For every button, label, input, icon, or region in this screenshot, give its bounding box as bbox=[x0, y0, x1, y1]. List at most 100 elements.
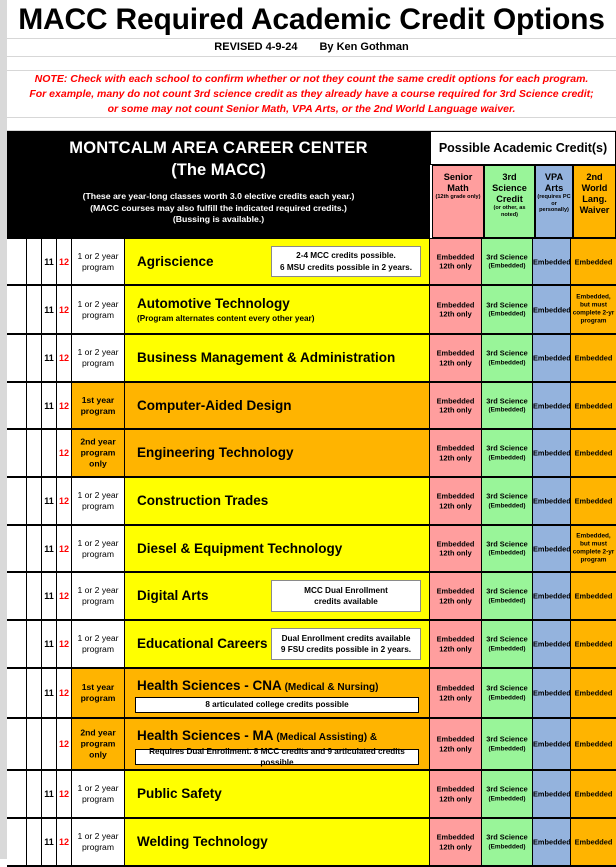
grade-12-cell[interactable]: 12 bbox=[57, 669, 72, 717]
grade-12-cell[interactable]: 12 bbox=[57, 573, 72, 619]
program-duration-cell[interactable]: 1 or 2 year program bbox=[72, 526, 125, 571]
credit-cell-senior_math[interactable]: Embedded 12th only bbox=[430, 478, 482, 524]
credit-cell-world_lang[interactable]: Embedded, but must complete 2-yr program bbox=[571, 286, 616, 333]
empty-cell-2[interactable] bbox=[27, 478, 42, 524]
table-row[interactable]: 11 12 1st year program Health Sciences - CN… bbox=[7, 669, 616, 719]
grade-12-cell[interactable]: 12 bbox=[57, 819, 72, 865]
grade-11-cell[interactable]: 11 bbox=[42, 819, 57, 865]
empty-cell-2[interactable] bbox=[27, 335, 42, 381]
credit-cell-third_science[interactable]: 3rd Science (Embedded) bbox=[482, 669, 533, 717]
credit-cell-senior_math[interactable]: Embedded 12th only bbox=[430, 819, 482, 865]
grade-12-cell[interactable]: 12 bbox=[57, 621, 72, 667]
program-duration-cell[interactable]: 1 or 2 year program bbox=[72, 286, 125, 333]
grade-12-cell[interactable]: 12 bbox=[57, 771, 72, 817]
empty-cell-2[interactable] bbox=[27, 239, 42, 284]
empty-cell-2[interactable] bbox=[27, 383, 42, 428]
credit-cell-senior_math[interactable]: Embedded 12th only bbox=[430, 335, 482, 381]
credit-cell-world_lang[interactable]: Embedded, but must complete 2-yr program bbox=[571, 526, 616, 571]
grade-12-cell[interactable]: 12 bbox=[57, 430, 72, 476]
grade-11-cell[interactable]: 11 bbox=[42, 621, 57, 667]
program-duration-cell[interactable]: 1 or 2 year program bbox=[72, 819, 125, 865]
credit-cell-vpa_arts[interactable]: Embedded bbox=[533, 239, 571, 284]
credit-cell-world_lang[interactable]: Embedded bbox=[571, 771, 616, 817]
grade-12-cell[interactable]: 12 bbox=[57, 239, 72, 284]
credit-cell-third_science[interactable]: 3rd Science (Embedded) bbox=[482, 771, 533, 817]
table-row[interactable]: 11 12 1 or 2 year program Diesel & Equipmen… bbox=[7, 526, 616, 573]
grade-11-cell[interactable]: 11 bbox=[42, 383, 57, 428]
credit-cell-third_science[interactable]: 3rd Science (Embedded) bbox=[482, 239, 533, 284]
credit-cell-senior_math[interactable]: Embedded 12th only bbox=[430, 771, 482, 817]
credit-cell-senior_math[interactable]: Embedded 12th only bbox=[430, 669, 482, 717]
credit-cell-third_science[interactable]: 3rd Science (Embedded) bbox=[482, 335, 533, 381]
grade-12-cell[interactable]: 12 bbox=[57, 478, 72, 524]
credit-cell-world_lang[interactable]: Embedded bbox=[571, 669, 616, 717]
program-duration-cell[interactable]: 1 or 2 year program bbox=[72, 478, 125, 524]
program-name-cell[interactable]: Agriscience 2-4 MCC credits possible. 6 MS… bbox=[125, 239, 430, 284]
credit-cell-world_lang[interactable]: Embedded bbox=[571, 719, 616, 769]
empty-cell-2[interactable] bbox=[27, 819, 42, 865]
credit-cell-world_lang[interactable]: Embedded bbox=[571, 819, 616, 865]
credit-cell-world_lang[interactable]: Embedded bbox=[571, 383, 616, 428]
empty-cell-1[interactable] bbox=[7, 286, 27, 333]
empty-cell-1[interactable] bbox=[7, 335, 27, 381]
credit-cell-third_science[interactable]: 3rd Science (Embedded) bbox=[482, 286, 533, 333]
program-duration-cell[interactable]: 1st year program bbox=[72, 383, 125, 428]
credit-cell-world_lang[interactable]: Embedded bbox=[571, 478, 616, 524]
credit-cell-third_science[interactable]: 3rd Science (Embedded) bbox=[482, 573, 533, 619]
credit-cell-vpa_arts[interactable]: Embedded bbox=[533, 383, 571, 428]
program-duration-cell[interactable]: 2nd year program only bbox=[72, 430, 125, 476]
program-name-cell[interactable]: Computer-Aided Design bbox=[125, 383, 430, 428]
program-duration-cell[interactable]: 1st year program bbox=[72, 669, 125, 717]
credit-cell-world_lang[interactable]: Embedded bbox=[571, 621, 616, 667]
program-name-cell[interactable]: Construction Trades bbox=[125, 478, 430, 524]
program-name-cell[interactable]: Welding Technology bbox=[125, 819, 430, 865]
credit-cell-senior_math[interactable]: Embedded 12th only bbox=[430, 573, 482, 619]
empty-cell-1[interactable] bbox=[7, 430, 27, 476]
grade-11-cell[interactable]: 11 bbox=[42, 573, 57, 619]
credit-cell-vpa_arts[interactable]: Embedded bbox=[533, 719, 571, 769]
credit-cell-vpa_arts[interactable]: Embedded bbox=[533, 573, 571, 619]
table-row[interactable]: 12 2nd year program only Health Sciences -… bbox=[7, 719, 616, 771]
credit-cell-third_science[interactable]: 3rd Science (Embedded) bbox=[482, 430, 533, 476]
empty-cell-1[interactable] bbox=[7, 719, 27, 769]
empty-cell-2[interactable] bbox=[27, 526, 42, 571]
credit-cell-vpa_arts[interactable]: Embedded bbox=[533, 335, 571, 381]
credit-cell-senior_math[interactable]: Embedded 12th only bbox=[430, 430, 482, 476]
empty-cell-1[interactable] bbox=[7, 383, 27, 428]
grade-11-cell[interactable]: 11 bbox=[42, 286, 57, 333]
credit-cell-third_science[interactable]: 3rd Science (Embedded) bbox=[482, 621, 533, 667]
program-name-cell[interactable]: Health Sciences - MA (Medical Assisting)… bbox=[125, 719, 430, 769]
credit-cell-vpa_arts[interactable]: Embedded bbox=[533, 478, 571, 524]
grade-11-cell[interactable]: 11 bbox=[42, 335, 57, 381]
grade-11-cell[interactable]: 11 bbox=[42, 239, 57, 284]
grade-12-cell[interactable]: 12 bbox=[57, 335, 72, 381]
empty-cell-2[interactable] bbox=[27, 430, 42, 476]
program-name-cell[interactable]: Automotive Technology (Program alternates… bbox=[125, 286, 430, 333]
table-row[interactable]: 11 12 1 or 2 year program Business Manageme… bbox=[7, 335, 616, 383]
credit-cell-third_science[interactable]: 3rd Science (Embedded) bbox=[482, 526, 533, 571]
grade-11-cell[interactable] bbox=[42, 719, 57, 769]
table-row[interactable]: 12 2nd year program only Engineering Techn… bbox=[7, 430, 616, 478]
credit-cell-third_science[interactable]: 3rd Science (Embedded) bbox=[482, 383, 533, 428]
program-duration-cell[interactable]: 1 or 2 year program bbox=[72, 771, 125, 817]
program-name-cell[interactable]: Public Safety bbox=[125, 771, 430, 817]
credit-cell-vpa_arts[interactable]: Embedded bbox=[533, 286, 571, 333]
program-name-cell[interactable]: Business Management & Administration bbox=[125, 335, 430, 381]
program-duration-cell[interactable]: 1 or 2 year program bbox=[72, 335, 125, 381]
table-row[interactable]: 11 12 1 or 2 year program Construction Trad… bbox=[7, 478, 616, 526]
table-row[interactable]: 11 12 1 or 2 year program Digital Arts MCC D… bbox=[7, 573, 616, 621]
empty-cell-1[interactable] bbox=[7, 478, 27, 524]
grade-12-cell[interactable]: 12 bbox=[57, 526, 72, 571]
empty-cell-2[interactable] bbox=[27, 669, 42, 717]
credit-cell-senior_math[interactable]: Embedded 12th only bbox=[430, 239, 482, 284]
empty-cell-1[interactable] bbox=[7, 669, 27, 717]
grade-11-cell[interactable]: 11 bbox=[42, 771, 57, 817]
program-duration-cell[interactable]: 1 or 2 year program bbox=[72, 239, 125, 284]
credit-cell-vpa_arts[interactable]: Embedded bbox=[533, 621, 571, 667]
credit-cell-third_science[interactable]: 3rd Science (Embedded) bbox=[482, 819, 533, 865]
credit-cell-senior_math[interactable]: Embedded 12th only bbox=[430, 621, 482, 667]
grade-11-cell[interactable]: 11 bbox=[42, 669, 57, 717]
credit-cell-vpa_arts[interactable]: Embedded bbox=[533, 526, 571, 571]
empty-cell-2[interactable] bbox=[27, 771, 42, 817]
program-name-cell[interactable]: Health Sciences - CNA (Medical & Nursing… bbox=[125, 669, 430, 717]
